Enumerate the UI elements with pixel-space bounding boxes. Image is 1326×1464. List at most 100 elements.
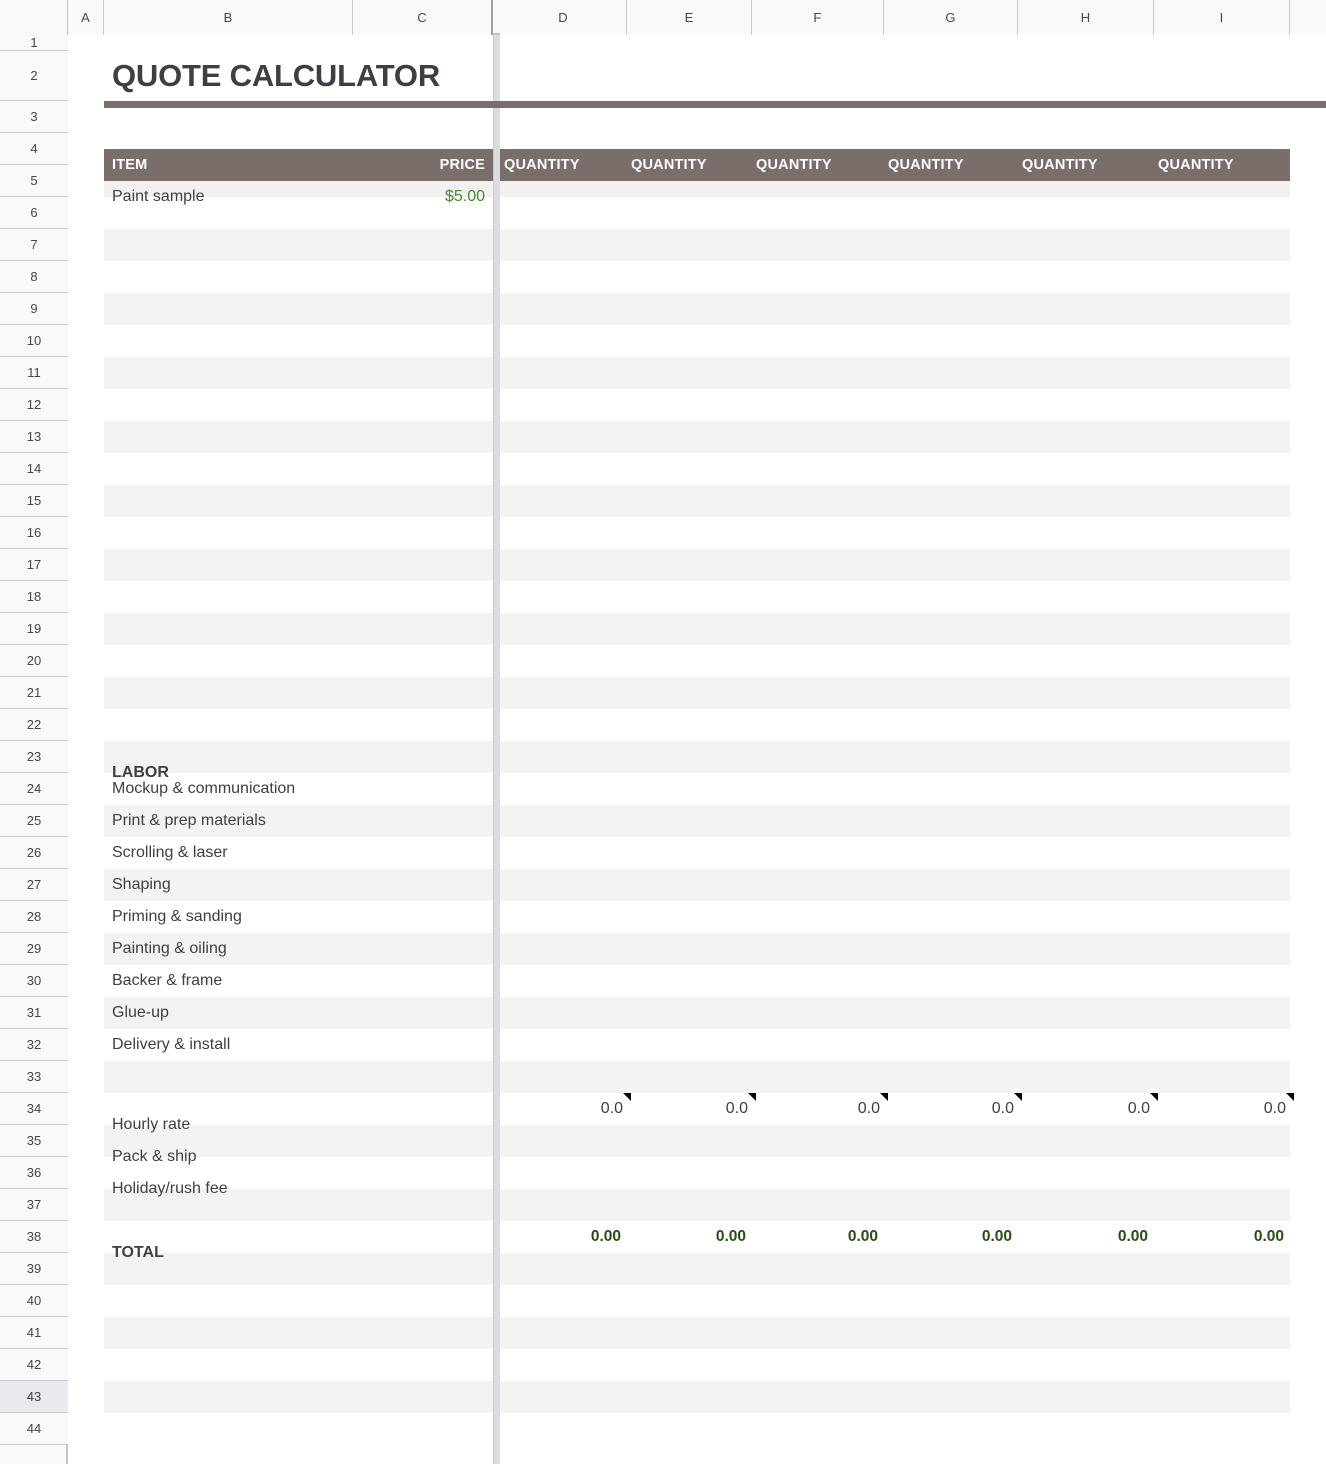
row-header-32[interactable]: 32: [0, 1029, 68, 1061]
banded-row: [104, 485, 1290, 517]
row-header-11[interactable]: 11: [0, 357, 68, 389]
row-header-26[interactable]: 26: [0, 837, 68, 869]
row-header-10[interactable]: 10: [0, 325, 68, 357]
total-label: TOTAL: [112, 1244, 164, 1261]
row-header-25[interactable]: 25: [0, 805, 68, 837]
banded-row: [104, 1125, 1290, 1157]
labor-task-cell[interactable]: Scrolling & laser: [112, 837, 228, 869]
total-value-cell[interactable]: 0.00: [1018, 1221, 1148, 1253]
row-header-5[interactable]: 5: [0, 165, 68, 197]
row-header-3[interactable]: 3: [0, 101, 68, 133]
frozen-pane-divider[interactable]: [493, 35, 500, 1464]
pack-ship-label: Pack & ship: [112, 1148, 197, 1165]
row-header-41[interactable]: 41: [0, 1317, 68, 1349]
banded-row: [104, 933, 1290, 965]
column-header-g[interactable]: G: [884, 0, 1018, 35]
labor-task-cell[interactable]: Glue-up: [112, 997, 169, 1029]
row-header-2[interactable]: 2: [0, 51, 68, 101]
banded-row: [104, 549, 1290, 581]
row-header-9[interactable]: 9: [0, 293, 68, 325]
quantity-column-label-5: QUANTITY: [1022, 157, 1098, 173]
row-header-24[interactable]: 24: [0, 773, 68, 805]
row-header-21[interactable]: 21: [0, 677, 68, 709]
banded-row: [104, 1381, 1290, 1413]
price-column-label: PRICE: [439, 157, 485, 173]
column-header-a[interactable]: A: [68, 0, 104, 35]
labor-task-cell[interactable]: Mockup & communication: [112, 773, 295, 805]
row-header-7[interactable]: 7: [0, 229, 68, 261]
hourly-rate-cell[interactable]: 0.0: [884, 1093, 1014, 1125]
row-header-34[interactable]: 34: [0, 1093, 68, 1125]
column-header-j[interactable]: [1290, 0, 1326, 35]
row-header-20[interactable]: 20: [0, 645, 68, 677]
row-header-1[interactable]: 1: [0, 35, 68, 51]
row-header-12[interactable]: 12: [0, 389, 68, 421]
column-header-f[interactable]: F: [752, 0, 884, 35]
total-value-cell[interactable]: 0.00: [752, 1221, 878, 1253]
banded-row: [104, 805, 1290, 837]
row-header-23[interactable]: 23: [0, 741, 68, 773]
row-header-19[interactable]: 19: [0, 613, 68, 645]
column-header-c[interactable]: C: [353, 0, 493, 35]
row-header-35[interactable]: 35: [0, 1125, 68, 1157]
cell-note-indicator-icon[interactable]: [1286, 1093, 1294, 1101]
row-header-29[interactable]: 29: [0, 933, 68, 965]
row-header-31[interactable]: 31: [0, 997, 68, 1029]
hourly-rate-label: Hourly rate: [112, 1116, 191, 1133]
row-header-15[interactable]: 15: [0, 485, 68, 517]
column-header-b[interactable]: B: [104, 0, 353, 35]
hourly-rate-cell[interactable]: 0.0: [1018, 1093, 1150, 1125]
labor-task-cell[interactable]: Delivery & install: [112, 1029, 230, 1061]
banded-row: [104, 997, 1290, 1029]
total-value-cell[interactable]: 0.00: [1154, 1221, 1284, 1253]
total-value-cell[interactable]: 0.00: [500, 1221, 621, 1253]
row-header-strip: 1 2 3 4 5 6 7 8 9 10 11 12 13 14 15 16 17 18 19 20 21 22 23 24 2…: [0, 35, 68, 1464]
banded-row: [104, 1317, 1290, 1349]
hourly-rate-cell[interactable]: 0.0: [1154, 1093, 1286, 1125]
row-header-14[interactable]: 14: [0, 453, 68, 485]
labor-task-cell[interactable]: Backer & frame: [112, 965, 222, 997]
column-header-d[interactable]: D: [500, 0, 627, 35]
column-header-h[interactable]: H: [1018, 0, 1154, 35]
labor-task-cell[interactable]: Painting & oiling: [112, 933, 227, 965]
row-header-4[interactable]: 4: [0, 133, 68, 165]
total-value-cell[interactable]: 0.00: [627, 1221, 746, 1253]
hourly-rate-cell[interactable]: 0.0: [627, 1093, 748, 1125]
row-header-27[interactable]: 27: [0, 869, 68, 901]
labor-task-cell[interactable]: Print & prep materials: [112, 805, 266, 837]
row-header-17[interactable]: 17: [0, 549, 68, 581]
column-header-strip: A B C D E F G H I: [0, 0, 1326, 35]
banded-row: [104, 229, 1290, 261]
hourly-rate-cell[interactable]: 0.0: [752, 1093, 880, 1125]
row-header-36[interactable]: 36: [0, 1157, 68, 1189]
column-header-e[interactable]: E: [627, 0, 752, 35]
labor-task-cell[interactable]: Shaping: [112, 869, 171, 901]
row-header-8[interactable]: 8: [0, 261, 68, 293]
row-header-38[interactable]: 38: [0, 1221, 68, 1253]
banded-row: [104, 677, 1290, 709]
column-header-i[interactable]: I: [1154, 0, 1290, 35]
banded-row: [104, 293, 1290, 325]
row-header-16[interactable]: 16: [0, 517, 68, 549]
select-all-corner[interactable]: [0, 0, 68, 35]
row-header-6[interactable]: 6: [0, 197, 68, 229]
row-header-13[interactable]: 13: [0, 421, 68, 453]
row-header-18[interactable]: 18: [0, 581, 68, 613]
row-header-30[interactable]: 30: [0, 965, 68, 997]
banded-row: [104, 1253, 1290, 1285]
hourly-rate-cell[interactable]: 0.0: [500, 1093, 623, 1125]
row-header-37[interactable]: 37: [0, 1189, 68, 1221]
item-price-cell[interactable]: $5.00: [112, 181, 485, 213]
row-header-42[interactable]: 42: [0, 1349, 68, 1381]
total-value-cell[interactable]: 0.00: [884, 1221, 1012, 1253]
row-header-33[interactable]: 33: [0, 1061, 68, 1093]
title-rule: [104, 101, 1326, 108]
row-header-43[interactable]: 43: [0, 1381, 68, 1413]
row-header-44[interactable]: 44: [0, 1413, 68, 1445]
row-header-40[interactable]: 40: [0, 1285, 68, 1317]
row-header-28[interactable]: 28: [0, 901, 68, 933]
row-header-39[interactable]: 39: [0, 1253, 68, 1285]
labor-task-cell[interactable]: Priming & sanding: [112, 901, 242, 933]
quantity-column-label-3: QUANTITY: [756, 157, 832, 173]
row-header-22[interactable]: 22: [0, 709, 68, 741]
